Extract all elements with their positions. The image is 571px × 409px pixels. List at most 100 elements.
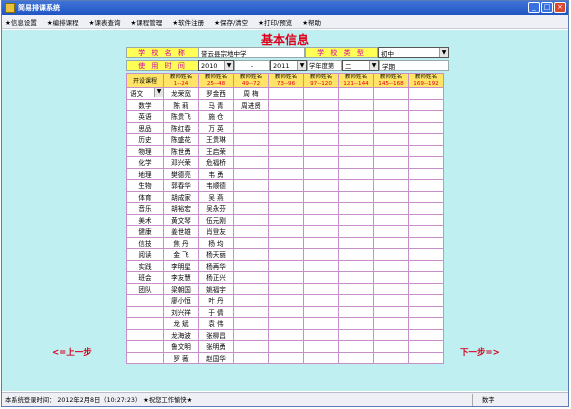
teacher-cell[interactable] [233, 282, 269, 295]
teacher-cell[interactable] [233, 271, 269, 284]
course-cell[interactable]: 历史 [126, 133, 164, 146]
teacher-cell[interactable]: 张明勇 [198, 340, 234, 353]
teacher-cell[interactable] [303, 328, 339, 341]
teacher-cell[interactable]: 金 飞 [163, 248, 199, 261]
teacher-cell[interactable] [373, 190, 409, 203]
teacher-cell[interactable] [268, 328, 304, 341]
course-cell[interactable]: 思品 [126, 121, 164, 134]
dropdown-arrow-icon[interactable]: ▼ [439, 48, 448, 57]
teacher-cell[interactable]: 于 倩 [198, 305, 234, 318]
teacher-cell[interactable] [373, 282, 409, 295]
teacher-cell[interactable] [338, 121, 374, 134]
teacher-cell[interactable] [408, 87, 444, 100]
teacher-cell[interactable]: 邓兴荣 [163, 156, 199, 169]
teacher-cell[interactable] [303, 259, 339, 272]
teacher-cell[interactable] [338, 328, 374, 341]
teacher-cell[interactable] [373, 294, 409, 307]
teacher-cell[interactable] [373, 340, 409, 353]
dropdown-arrow-icon[interactable]: ▼ [369, 61, 378, 70]
teacher-cell[interactable] [338, 156, 374, 169]
teacher-cell[interactable] [268, 271, 304, 284]
teacher-cell[interactable] [233, 248, 269, 261]
teacher-cell[interactable] [338, 282, 374, 295]
teacher-cell[interactable] [303, 271, 339, 284]
teacher-cell[interactable] [338, 271, 374, 284]
teacher-cell[interactable] [408, 213, 444, 226]
teacher-cell[interactable] [268, 144, 304, 157]
teacher-cell[interactable] [303, 156, 339, 169]
teacher-cell[interactable] [268, 236, 304, 249]
minimize-button[interactable]: _ [528, 2, 540, 13]
teacher-cell[interactable] [233, 236, 269, 249]
course-cell[interactable]: 信技 [126, 236, 164, 249]
teacher-cell[interactable] [408, 259, 444, 272]
teacher-cell[interactable] [408, 167, 444, 180]
dropdown-arrow-icon[interactable]: ▼ [224, 61, 233, 70]
teacher-cell[interactable]: 陈 莉 [163, 98, 199, 111]
course-cell[interactable]: 生物 [126, 179, 164, 192]
teacher-cell[interactable] [303, 133, 339, 146]
teacher-cell[interactable] [233, 351, 269, 364]
teacher-cell[interactable]: 危福桥 [198, 156, 234, 169]
teacher-cell[interactable] [373, 156, 409, 169]
course-cell[interactable]: 班会 [126, 271, 164, 284]
teacher-cell[interactable] [338, 110, 374, 123]
teacher-cell[interactable]: 陈世勇 [163, 144, 199, 157]
teacher-cell[interactable] [303, 317, 339, 330]
course-cell[interactable] [126, 294, 164, 307]
teacher-cell[interactable]: 袁 伟 [198, 317, 234, 330]
teacher-cell[interactable]: 施 仓 [198, 110, 234, 123]
course-cell[interactable]: 数学 [126, 98, 164, 111]
teacher-cell[interactable] [408, 328, 444, 341]
course-cell[interactable]: 物理 [126, 144, 164, 157]
course-cell[interactable]: 美术 [126, 213, 164, 226]
teacher-cell[interactable] [233, 110, 269, 123]
teacher-cell[interactable] [268, 294, 304, 307]
teacher-cell[interactable] [268, 351, 304, 364]
menu-software-registration[interactable]: ★软件注册 [172, 17, 204, 27]
course-cell[interactable] [126, 305, 164, 318]
menu-help[interactable]: ★帮助 [302, 17, 321, 27]
teacher-cell[interactable] [373, 133, 409, 146]
teacher-cell[interactable] [373, 259, 409, 272]
teacher-cell[interactable]: 罗 薇 [163, 351, 199, 364]
teacher-cell[interactable] [268, 156, 304, 169]
teacher-cell[interactable] [268, 305, 304, 318]
teacher-cell[interactable] [408, 305, 444, 318]
teacher-cell[interactable] [338, 248, 374, 261]
teacher-cell[interactable]: 廖小恒 [163, 294, 199, 307]
teacher-cell[interactable] [408, 110, 444, 123]
teacher-cell[interactable] [303, 121, 339, 134]
year-from-select[interactable]: 2010 ▼ [198, 60, 234, 71]
teacher-cell[interactable] [408, 317, 444, 330]
teacher-cell[interactable] [373, 87, 409, 100]
teacher-cell[interactable]: 胡成家 [163, 190, 199, 203]
teacher-cell[interactable] [338, 144, 374, 157]
teacher-cell[interactable] [303, 340, 339, 353]
course-cell[interactable] [126, 328, 164, 341]
teacher-cell[interactable] [233, 340, 269, 353]
teacher-cell[interactable] [303, 282, 339, 295]
teacher-cell[interactable] [408, 133, 444, 146]
teacher-cell[interactable] [408, 202, 444, 215]
teacher-cell[interactable] [303, 202, 339, 215]
teacher-cell[interactable] [303, 294, 339, 307]
teacher-cell[interactable] [338, 133, 374, 146]
teacher-cell[interactable] [408, 225, 444, 238]
teacher-cell[interactable] [268, 340, 304, 353]
teacher-cell[interactable]: 赵国华 [198, 351, 234, 364]
teacher-cell[interactable]: 韦 勇 [198, 167, 234, 180]
teacher-cell[interactable] [303, 167, 339, 180]
teacher-cell[interactable] [303, 213, 339, 226]
teacher-cell[interactable] [373, 305, 409, 318]
teacher-cell[interactable]: 周进贤 [233, 98, 269, 111]
course-cell[interactable]: 音乐 [126, 202, 164, 215]
course-cell[interactable]: 健康 [126, 225, 164, 238]
teacher-cell[interactable]: 刘兴祥 [163, 305, 199, 318]
teacher-cell[interactable]: 郭春华 [163, 179, 199, 192]
teacher-cell[interactable]: 焦 丹 [163, 236, 199, 249]
course-cell[interactable] [126, 340, 164, 353]
teacher-cell[interactable] [268, 167, 304, 180]
teacher-cell[interactable] [338, 98, 374, 111]
teacher-cell[interactable] [373, 248, 409, 261]
